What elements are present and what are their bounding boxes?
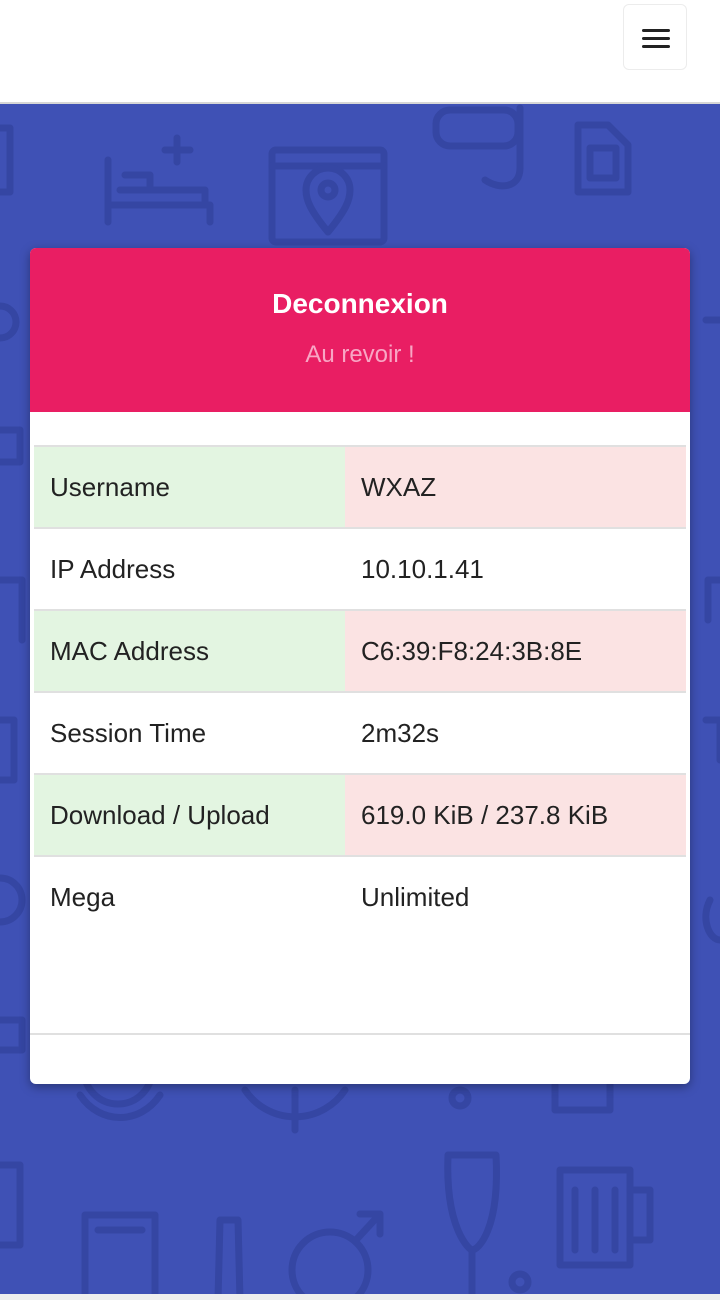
- table-row-download-upload: Download / Upload 619.0 KiB / 237.8 KiB: [34, 774, 686, 857]
- bed-icon: [104, 134, 214, 226]
- row-label: Username: [34, 446, 345, 529]
- bottom-edge: [0, 1294, 720, 1300]
- table-row-mega: Mega Unlimited: [34, 856, 686, 938]
- pie-chart-icon: [241, 1086, 349, 1134]
- tie-icon: [214, 1216, 244, 1300]
- table-row-session-time: Session Time 2m32s: [34, 692, 686, 775]
- table-row-ip-address: IP Address 10.10.1.41: [34, 528, 686, 611]
- memory-card-icon: [574, 121, 632, 196]
- row-value: Unlimited: [361, 882, 470, 912]
- card-header: Deconnexion Au revoir !: [30, 248, 690, 412]
- row-label: Mega: [50, 882, 116, 912]
- logout-card: Deconnexion Au revoir ! Username WXAZ IP…: [30, 248, 690, 1084]
- row-value: WXAZ: [345, 446, 686, 529]
- male-symbol-icon: [288, 1210, 384, 1300]
- card-subtitle: Au revoir !: [305, 341, 415, 368]
- browser-map-icon: [268, 146, 388, 246]
- hamburger-icon: [642, 29, 670, 49]
- camera-icon: [551, 1081, 614, 1114]
- beer-glass-icon: [444, 1151, 500, 1300]
- menu-button[interactable]: [623, 4, 687, 70]
- row-value: C6:39:F8:24:3B:8E: [345, 610, 686, 693]
- sd-card-bottom-icon: [81, 1211, 159, 1300]
- row-label: Download / Upload: [34, 774, 345, 857]
- row-value: 10.10.1.41: [345, 528, 686, 611]
- beer-mug-icon: [556, 1166, 654, 1269]
- row-value: 619.0 KiB / 237.8 KiB: [345, 774, 686, 857]
- card-title: Deconnexion: [272, 288, 448, 319]
- diving-mask-icon: [432, 104, 524, 190]
- row-label: IP Address: [34, 528, 345, 611]
- top-bar: [0, 0, 720, 104]
- session-info-table: Username WXAZ IP Address 10.10.1.41 MAC …: [34, 445, 686, 938]
- row-value: 2m32s: [345, 692, 686, 775]
- row-label: MAC Address: [34, 610, 345, 693]
- table-row-mac-address: MAC Address C6:39:F8:24:3B:8E: [34, 610, 686, 693]
- row-label: Session Time: [34, 692, 345, 775]
- card-footer-divider: [30, 1033, 690, 1035]
- table-row-username: Username WXAZ: [34, 446, 686, 529]
